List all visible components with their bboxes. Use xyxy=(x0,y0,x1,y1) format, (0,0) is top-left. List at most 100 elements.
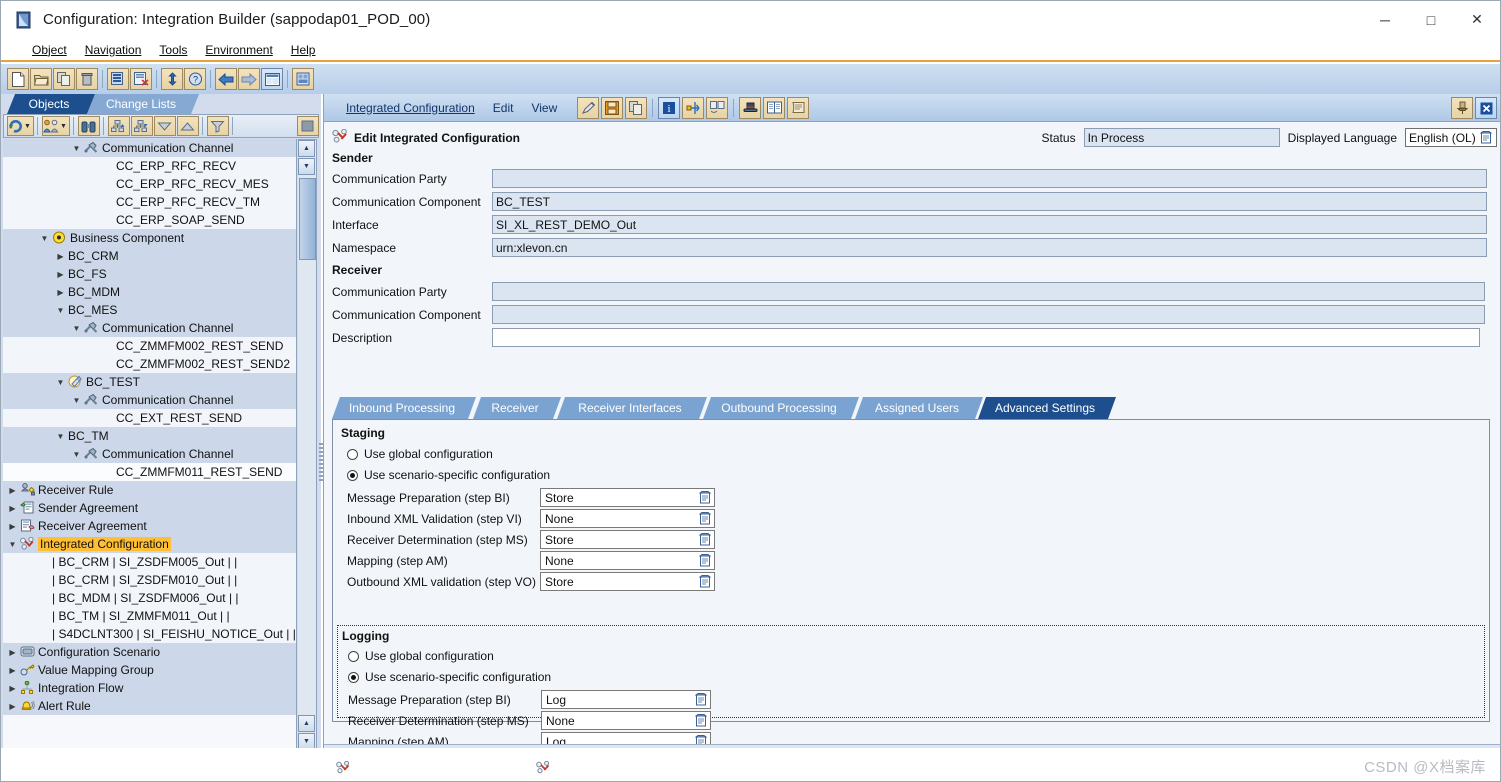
object-info-icon[interactable]: ? xyxy=(184,68,206,90)
f4-help-icon[interactable] xyxy=(698,511,712,526)
receiver-description-input[interactable] xyxy=(492,328,1480,347)
tree-item[interactable]: ▶ Integration Flow xyxy=(3,679,296,697)
filter-persons-icon[interactable]: ▼ xyxy=(41,116,70,136)
open-folder-icon[interactable] xyxy=(30,68,52,90)
menu-navigation[interactable]: Navigation xyxy=(76,41,151,59)
tree-item[interactable]: CC_EXT_REST_SEND xyxy=(3,409,296,427)
menu-tools[interactable]: Tools xyxy=(150,41,196,59)
logging-select-ms[interactable]: None xyxy=(541,711,711,730)
tab-receiver[interactable]: Receiver xyxy=(473,397,562,419)
expand-subtree-icon[interactable] xyxy=(107,116,130,136)
chevron-down-icon[interactable]: ▼ xyxy=(55,305,66,316)
chevron-right-icon[interactable]: ▶ xyxy=(7,521,18,532)
activate-icon[interactable] xyxy=(107,68,129,90)
new-document-icon[interactable] xyxy=(7,68,29,90)
tab-change-lists[interactable]: Change Lists xyxy=(87,94,200,114)
minimize-button[interactable]: ─ xyxy=(1362,1,1408,39)
staging-select-vi[interactable]: None xyxy=(540,509,715,528)
close-panel-icon[interactable] xyxy=(1475,97,1497,119)
tree-item[interactable]: ▼ Communication Channel xyxy=(3,139,296,157)
tree-item[interactable]: ▶ Alert Rule xyxy=(3,697,296,715)
tree-vertical-scrollbar[interactable]: ▲ ▼ ▲ ▼ xyxy=(298,139,317,751)
save-icon[interactable] xyxy=(601,96,624,119)
tree-item[interactable]: CC_ERP_SOAP_SEND xyxy=(3,211,296,229)
staging-radio-global-row[interactable]: Use global configuration xyxy=(347,447,493,461)
tree-item[interactable]: | BC_TM | SI_ZMMFM011_Out | | xyxy=(3,607,296,625)
f4-help-icon[interactable] xyxy=(698,574,712,589)
tree-item[interactable]: CC_ZMMFM011_REST_SEND xyxy=(3,463,296,481)
chevron-down-icon[interactable]: ▼ xyxy=(55,431,66,442)
check-object-icon[interactable] xyxy=(130,68,152,90)
tree-item[interactable]: ▼ Communication Channel xyxy=(3,445,296,463)
info-icon[interactable]: i xyxy=(658,96,681,119)
copy-icon[interactable] xyxy=(53,68,75,90)
tree-item[interactable]: CC_ERP_RFC_RECV_TM xyxy=(3,193,296,211)
documentation-icon[interactable] xyxy=(763,96,786,119)
tree-item[interactable]: ▶ Sender Agreement xyxy=(3,499,296,517)
tree-scroll-down-button[interactable]: ▼ xyxy=(298,158,315,175)
object-tree[interactable]: ▼ Communication Channel CC_ERP_RFC_RECV CC_… xyxy=(3,139,297,751)
tab-inbound-processing[interactable]: Inbound Processing xyxy=(332,397,477,419)
menu-edit[interactable]: Edit xyxy=(485,101,522,115)
tab-objects[interactable]: Objects xyxy=(7,94,96,114)
menu-environment[interactable]: Environment xyxy=(196,41,281,59)
f4-help-icon[interactable] xyxy=(698,553,712,568)
chevron-right-icon[interactable]: ▶ xyxy=(7,701,18,712)
filter-funnel-icon[interactable] xyxy=(206,116,229,136)
where-used-icon[interactable] xyxy=(682,96,705,119)
tree-item[interactable]: CC_ERP_RFC_RECV xyxy=(3,157,296,175)
tree-item[interactable]: ▼ BC_MES xyxy=(3,301,296,319)
tree-item[interactable]: | BC_MDM | SI_ZSDFM006_Out | | xyxy=(3,589,296,607)
f4-help-icon[interactable] xyxy=(694,713,708,728)
tree-item[interactable]: ▶ Configuration Scenario xyxy=(3,643,296,661)
tab-assigned-users[interactable]: Assigned Users xyxy=(855,397,984,419)
displayed-language-select[interactable]: English (OL) xyxy=(1405,128,1497,147)
tree-scroll-thumb[interactable] xyxy=(299,178,316,260)
logging-radio-global[interactable] xyxy=(348,650,359,662)
chevron-right-icon[interactable]: ▶ xyxy=(7,665,18,676)
menu-object[interactable]: Object xyxy=(23,41,76,59)
f4-help-icon[interactable] xyxy=(1479,130,1493,145)
tree-item[interactable]: ▼ Integrated Configuration xyxy=(3,535,296,553)
receiver-communication-component-input[interactable] xyxy=(492,305,1485,324)
refresh-icon[interactable]: ▼ xyxy=(7,116,34,136)
chevron-down-icon[interactable]: ▼ xyxy=(71,323,82,334)
logging-radio-scenario[interactable] xyxy=(348,671,359,683)
tree-item[interactable]: ▶ BC_FS xyxy=(3,265,296,283)
find-binoculars-icon[interactable] xyxy=(77,116,100,136)
tab-outbound-processing[interactable]: Outbound Processing xyxy=(703,397,860,419)
compare-icon[interactable] xyxy=(706,96,729,119)
tree-item[interactable]: ▼ Business Component xyxy=(3,229,296,247)
staging-select-vo[interactable]: Store xyxy=(540,572,715,591)
expand-all-icon[interactable] xyxy=(176,116,199,136)
transport-icon[interactable] xyxy=(292,68,314,90)
chevron-down-icon[interactable]: ▼ xyxy=(71,449,82,460)
history-icon[interactable] xyxy=(787,96,810,119)
tree-item[interactable]: ▶ Receiver Rule xyxy=(3,481,296,499)
where-used-icon[interactable] xyxy=(161,68,183,90)
collapse-all-icon[interactable] xyxy=(153,116,176,136)
chevron-right-icon[interactable]: ▶ xyxy=(7,647,18,658)
tree-item[interactable]: | BC_CRM | SI_ZSDFM010_Out | | xyxy=(3,571,296,589)
tree-scroll-up-button[interactable]: ▲ xyxy=(298,140,315,157)
tree-item[interactable]: ▶ BC_CRM xyxy=(3,247,296,265)
tree-item[interactable]: ▼ Communication Channel xyxy=(3,319,296,337)
chevron-down-icon[interactable]: ▼ xyxy=(71,395,82,406)
staging-radio-global[interactable] xyxy=(347,448,358,460)
menu-help[interactable]: Help xyxy=(282,41,325,59)
tree-item[interactable]: | S4DCLNT300 | SI_FEISHU_NOTICE_Out | | xyxy=(3,625,296,643)
logging-radio-scenario-row[interactable]: Use scenario-specific configuration xyxy=(348,670,551,684)
tree-item[interactable]: ▶ Value Mapping Group xyxy=(3,661,296,679)
chevron-right-icon[interactable]: ▶ xyxy=(55,269,66,280)
pin-icon[interactable] xyxy=(1451,97,1473,119)
sender-communication-component-input[interactable]: BC_TEST xyxy=(492,192,1487,211)
staging-radio-scenario-row[interactable]: Use scenario-specific configuration xyxy=(347,468,550,482)
sender-interface-input[interactable]: SI_XL_REST_DEMO_Out xyxy=(492,215,1487,234)
tree-item[interactable]: CC_ZMMFM002_REST_SEND2 xyxy=(3,355,296,373)
logging-radio-global-row[interactable]: Use global configuration xyxy=(348,649,494,663)
forward-arrow-icon[interactable] xyxy=(238,68,260,90)
chevron-down-icon[interactable]: ▼ xyxy=(71,143,82,154)
edit-pencil-icon[interactable] xyxy=(577,96,600,119)
tree-item[interactable]: ▼ BC_TEST xyxy=(3,373,296,391)
sender-namespace-input[interactable]: urn:xlevon.cn xyxy=(492,238,1487,257)
